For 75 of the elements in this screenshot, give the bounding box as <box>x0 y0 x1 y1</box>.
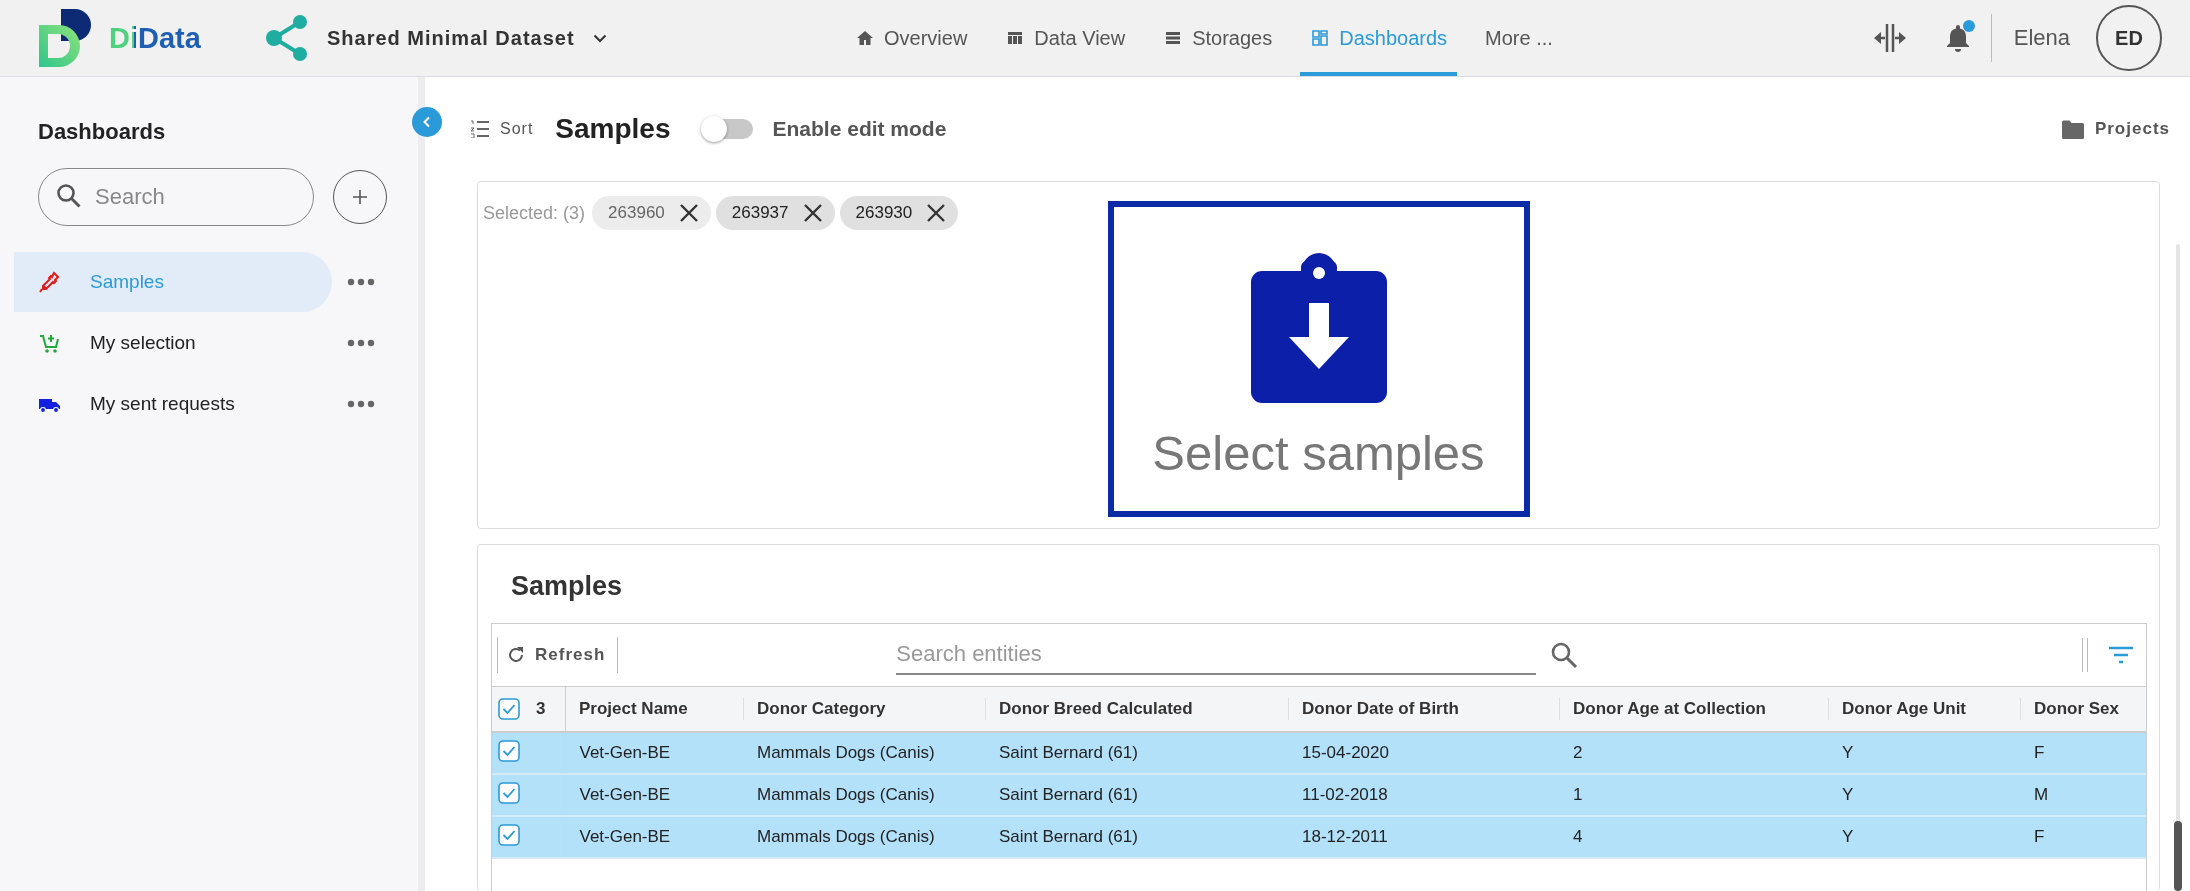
checkbox[interactable] <box>498 781 520 804</box>
table-cell: F <box>2034 827 2045 846</box>
projects-button[interactable]: Projects <box>2060 119 2170 139</box>
dataset-selector[interactable]: Shared Minimal Dataset <box>327 22 607 54</box>
table-cell: 11-02-2018 <box>1302 785 1388 804</box>
chevron-down-icon <box>592 33 607 43</box>
more-icon[interactable] <box>347 339 375 347</box>
table-cell: 2 <box>1573 743 1583 762</box>
table-title: Samples <box>510 570 624 603</box>
table-cell: Y <box>1842 785 1854 804</box>
selected-count: 3 <box>536 699 546 719</box>
share-icon <box>265 14 309 62</box>
table-cell: F <box>2034 743 2045 762</box>
sidebar-item[interactable]: My sent requests <box>14 374 332 434</box>
collapse-button[interactable] <box>412 107 442 137</box>
pipette-icon <box>38 271 60 293</box>
table-cell: M <box>2034 785 2049 804</box>
table-cell: Y <box>1842 827 1854 846</box>
sample-chip[interactable]: 263937 <box>715 196 835 230</box>
nav-tab[interactable]: Storages <box>1153 0 1283 76</box>
table-cell: Saint Bernard (61) <box>999 785 1138 804</box>
sidebar-item[interactable]: My selection <box>14 313 332 373</box>
close-icon[interactable] <box>678 203 699 223</box>
drop-zone-label: Select samples <box>1152 425 1485 481</box>
search-field[interactable]: Search entities <box>896 635 1537 675</box>
table-cell: Saint Bernard (61) <box>999 827 1138 846</box>
close-icon[interactable] <box>802 203 823 223</box>
table-cell: Y <box>1842 743 1854 762</box>
selected-count: Selected: (3) <box>483 202 586 224</box>
split-view-icon[interactable] <box>1872 23 1907 53</box>
table-cell: Vet-Gen-BE <box>579 785 671 804</box>
search-field[interactable]: Search <box>38 168 314 226</box>
sample-chip[interactable]: 263960 <box>592 196 711 230</box>
table-cell: Mammals Dogs (Canis) <box>757 743 935 762</box>
nav-tab[interactable]: Data View <box>995 0 1136 76</box>
table-cell: Vet-Gen-BE <box>579 827 671 846</box>
table-cell: Mammals Dogs (Canis) <box>757 827 935 846</box>
checkbox[interactable] <box>498 698 520 720</box>
filter-icon[interactable] <box>2108 646 2134 664</box>
home-icon <box>855 28 875 48</box>
table-cell: Mammals Dogs (Canis) <box>757 785 935 804</box>
table-cell: Vet-Gen-BE <box>579 743 671 762</box>
dashboard-title: Samples <box>555 113 671 145</box>
sidebar-title: Dashboards <box>37 118 167 146</box>
nav-tab[interactable]: More ... <box>1475 0 1563 76</box>
close-icon[interactable] <box>926 203 947 223</box>
refresh-button[interactable]: Refresh <box>497 637 619 673</box>
table-cell: 18-12-2011 <box>1302 827 1388 846</box>
search-icon[interactable] <box>1550 641 1579 669</box>
clipboard-download-icon <box>1250 251 1387 403</box>
table-cell: 1 <box>1573 785 1583 804</box>
dashboard-icon <box>1310 28 1331 48</box>
scrollbar[interactable] <box>2171 244 2184 891</box>
plus-icon <box>352 189 368 205</box>
table-cell: Saint Bernard (61) <box>999 743 1138 762</box>
sort-button[interactable]: Sort <box>470 120 534 138</box>
bell-icon[interactable] <box>1944 23 1971 53</box>
more-icon[interactable] <box>347 400 375 408</box>
refresh-icon <box>506 645 526 665</box>
search-icon <box>56 183 82 209</box>
checkbox[interactable] <box>498 739 520 762</box>
more-icon[interactable] <box>347 278 375 286</box>
chevron-left-icon <box>422 116 432 128</box>
sort-list-icon <box>470 120 490 138</box>
toggle-label: Enable edit mode <box>772 117 947 141</box>
drop-zone[interactable]: Select samples <box>1107 201 1530 517</box>
user-name: Elena <box>2013 25 2070 51</box>
cart-icon <box>38 332 60 354</box>
checkbox[interactable] <box>498 823 520 846</box>
folder-icon <box>2060 119 2085 139</box>
nav-tab[interactable]: Overview <box>845 0 978 76</box>
user-avatar[interactable]: ED <box>2096 5 2162 71</box>
table-cell: 15-04-2020 <box>1302 743 1389 762</box>
table-cell: 4 <box>1573 827 1583 846</box>
sample-chip[interactable]: 263930 <box>839 196 959 230</box>
